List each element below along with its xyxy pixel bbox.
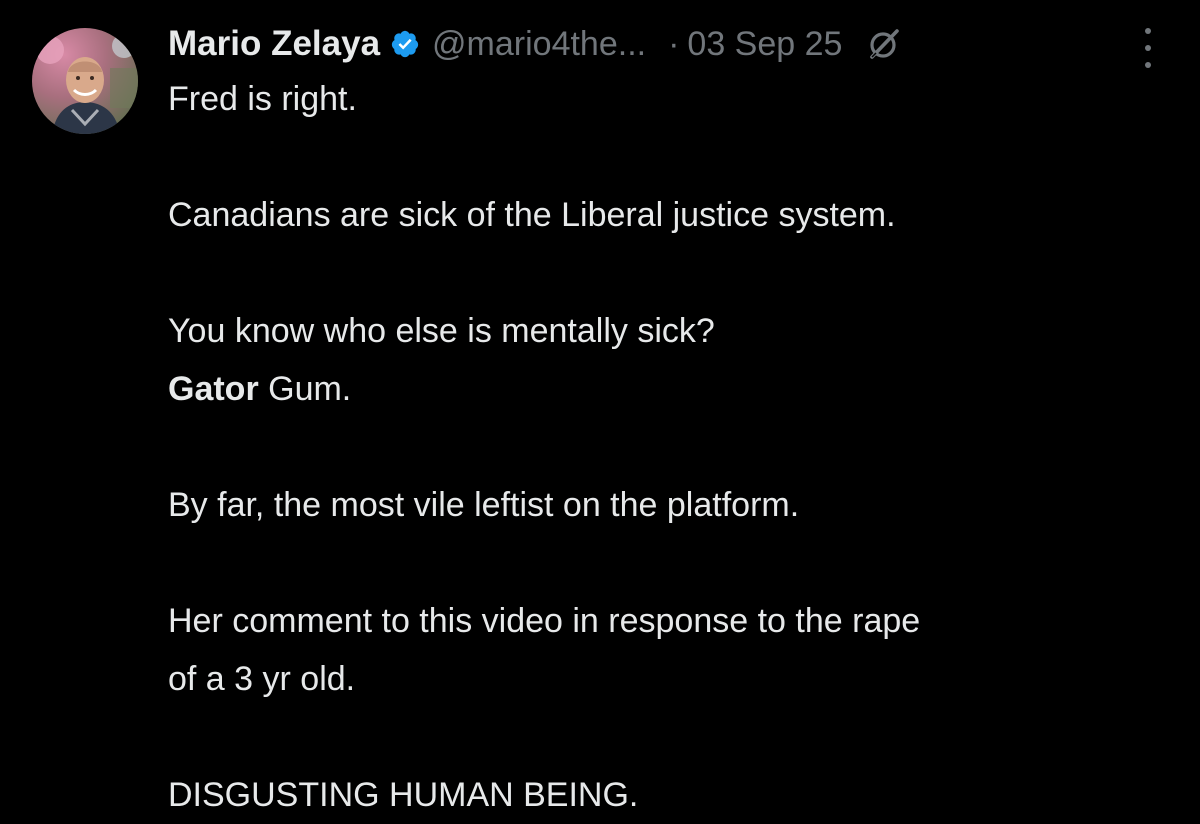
- bold-name: Gator: [168, 370, 259, 408]
- tweet[interactable]: Mario Zelaya @mario4the... · 03 Sep 25 F…: [0, 0, 1200, 816]
- more-options-icon[interactable]: [1134, 28, 1162, 68]
- tweet-header: Mario Zelaya @mario4the... · 03 Sep 25: [168, 18, 1168, 70]
- avatar-image: [32, 28, 138, 134]
- tweet-text: Fred is right. Canadians are sick of the…: [168, 70, 1178, 824]
- tweet-line: Canadians are sick of the Liberal justic…: [168, 196, 896, 234]
- more-dot: [1145, 62, 1151, 68]
- tweet-line: Fred is right.: [168, 80, 357, 118]
- separator-dot: ·: [668, 24, 680, 63]
- more-dot: [1145, 28, 1151, 34]
- more-dot: [1145, 45, 1151, 51]
- grok-icon[interactable]: [866, 26, 902, 62]
- tweet-timestamp[interactable]: 03 Sep 25: [687, 25, 842, 64]
- tweet-line-rest: Gum.: [258, 370, 352, 408]
- tweet-line: of a 3 yr old.: [168, 660, 356, 698]
- author-handle[interactable]: @mario4the...: [432, 25, 646, 64]
- tweet-line: By far, the most vile leftist on the pla…: [168, 486, 800, 524]
- tweet-line: Her comment to this video in response to…: [168, 602, 921, 640]
- tweet-line: DISGUSTING HUMAN BEING.: [168, 776, 639, 814]
- avatar[interactable]: [32, 28, 138, 134]
- tweet-line: You know who else is mentally sick?: [168, 312, 715, 350]
- verified-badge-icon: [390, 29, 420, 59]
- author-display-name[interactable]: Mario Zelaya: [168, 24, 380, 64]
- tweet-line: Gator Gum.: [168, 360, 1178, 418]
